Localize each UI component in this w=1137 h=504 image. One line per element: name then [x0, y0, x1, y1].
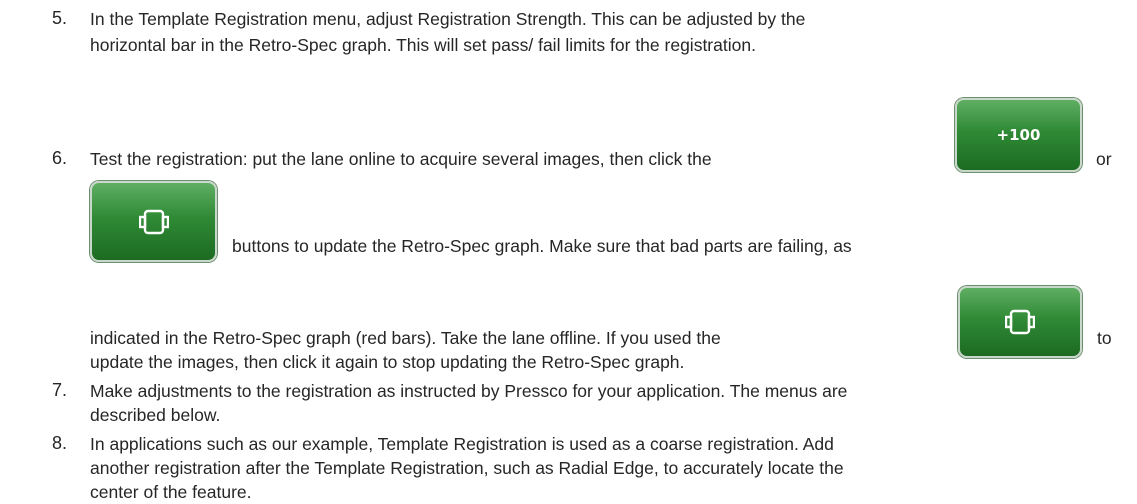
camera-button-1[interactable] — [90, 181, 217, 262]
plus-100-button[interactable]: +100 — [955, 98, 1082, 172]
item-8-line-2: another registration after the Template … — [90, 458, 844, 478]
camera-button-2[interactable] — [958, 286, 1082, 358]
item-number-6: 6. — [52, 148, 68, 168]
item-6-line-2: buttons to update the Retro-Spec graph. … — [232, 236, 852, 256]
item-number-7: 7. — [52, 380, 68, 400]
item-8-line-3: center of the feature. — [90, 482, 252, 502]
item-6-line-3-end: to — [1097, 328, 1112, 348]
item-number-5: 5. — [52, 8, 68, 28]
item-8-line-1: In applications such as our example, Tem… — [90, 434, 834, 454]
item-5-line-2: horizontal bar in the Retro-Spec graph. … — [90, 35, 756, 55]
item-7-line-1: Make adjustments to the registration as … — [90, 381, 848, 401]
camera-icon — [1005, 309, 1035, 335]
item-6-line-1: Test the registration: put the lane onli… — [90, 149, 712, 169]
item-6-line-1-end: or — [1096, 149, 1112, 169]
item-6-line-4: update the images, then click it again t… — [90, 352, 685, 372]
item-6-line-3: indicated in the Retro-Spec graph (red b… — [90, 328, 721, 348]
item-7-line-2: described below. — [90, 405, 221, 425]
item-5-line-1: In the Template Registration menu, adjus… — [90, 9, 806, 29]
camera-icon — [138, 209, 169, 234]
plus-100-label: +100 — [996, 126, 1041, 144]
item-number-8: 8. — [52, 433, 68, 453]
